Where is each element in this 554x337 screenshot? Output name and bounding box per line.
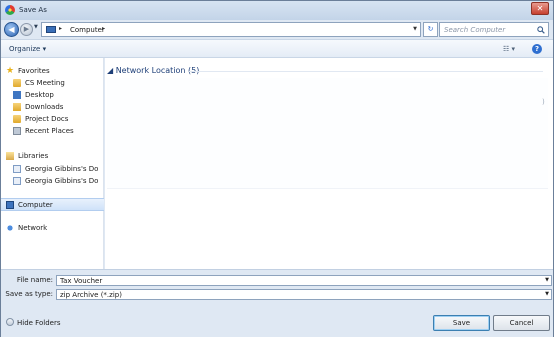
save-type-value: zip Archive (*.zip)	[60, 291, 122, 299]
navigation-pane: ★ Favorites CS Meeting Desktop Downloads…	[1, 58, 104, 269]
sidebar-item-computer[interactable]: Computer	[1, 198, 104, 211]
search-icon[interactable]	[537, 26, 545, 34]
star-icon: ★	[6, 66, 15, 76]
chevron-up-icon	[6, 318, 14, 326]
computer-icon	[46, 26, 56, 33]
scroll-indicator: )	[542, 98, 545, 106]
libraries-icon	[6, 152, 14, 160]
navigation-bar: ◀ ▶ ▼ ▸ Computer ▸ ▼ ↻ Search Computer	[1, 20, 553, 39]
sidebar-item-label: Network	[18, 224, 48, 232]
address-bar[interactable]: ▸ Computer ▸ ▼	[41, 22, 421, 37]
sidebar-item-label: CS Meeting	[25, 79, 65, 87]
group-header-network-location[interactable]: ◢ Network Location (5)	[107, 66, 199, 75]
chevron-down-icon[interactable]: ▼	[545, 291, 549, 297]
close-button[interactable]: ✕	[531, 2, 549, 15]
sidebar-item-label: Favorites	[18, 67, 50, 75]
sidebar-item-network[interactable]: Network	[1, 223, 104, 234]
sidebar-item-desktop[interactable]: Desktop	[1, 90, 104, 101]
organize-menu[interactable]: Organize ▾	[9, 45, 46, 53]
sidebar-item-label: Computer	[18, 201, 53, 209]
sidebar-item-label: Georgia Gibbins's Do	[25, 165, 99, 173]
file-name-input[interactable]: Tax Voucher ▼	[56, 275, 552, 286]
desktop-icon	[13, 91, 21, 99]
breadcrumb-separator-icon[interactable]: ▸	[59, 25, 62, 32]
refresh-button[interactable]: ↻	[423, 22, 438, 37]
chevron-down-icon[interactable]: ▼	[545, 277, 549, 283]
help-icon[interactable]: ?	[532, 44, 542, 54]
change-view-icon[interactable]: ☷ ▾	[503, 45, 515, 53]
downloads-folder-icon	[13, 103, 21, 111]
sidebar-item-label: Georgia Gibbins's Do	[25, 177, 99, 185]
sidebar-item-label: Libraries	[18, 152, 49, 160]
group-divider	[189, 71, 543, 72]
sidebar-item-label: Project Docs	[25, 115, 69, 123]
folder-icon	[13, 79, 21, 87]
save-button[interactable]: Save	[433, 315, 490, 331]
recent-pages-button[interactable]: ▼	[34, 24, 38, 30]
sidebar-item-libraries[interactable]: Libraries	[1, 151, 104, 162]
address-dropdown-icon[interactable]: ▼	[413, 26, 417, 32]
chrome-app-icon	[5, 5, 15, 15]
sidebar-item-favorites[interactable]: ★ Favorites	[1, 66, 104, 77]
sidebar-item-cs-meeting[interactable]: CS Meeting	[1, 78, 104, 89]
sidebar-item-library-documents-1[interactable]: Georgia Gibbins's Do	[1, 164, 104, 175]
document-library-icon	[13, 177, 21, 185]
file-name-label: File name:	[16, 276, 53, 284]
forward-button[interactable]: ▶	[20, 23, 33, 36]
command-bar: Organize ▾ ☷ ▾ ?	[1, 39, 553, 58]
folder-icon	[13, 115, 21, 123]
sidebar-item-label: Recent Places	[25, 127, 74, 135]
network-icon	[6, 224, 14, 232]
save-type-select[interactable]: zip Archive (*.zip) ▼	[56, 289, 552, 300]
computer-icon	[6, 201, 14, 209]
back-button[interactable]: ◀	[4, 22, 19, 37]
window-title: Save As	[19, 6, 47, 14]
search-input[interactable]: Search Computer	[439, 22, 549, 37]
breadcrumb-separator-icon[interactable]: ▸	[102, 25, 105, 32]
hide-folders-label: Hide Folders	[17, 319, 61, 327]
cancel-button[interactable]: Cancel	[493, 315, 550, 331]
save-type-label: Save as type:	[5, 290, 53, 298]
file-list-view[interactable]: ◢ Network Location (5) )	[105, 58, 553, 269]
document-library-icon	[13, 165, 21, 173]
file-name-value: Tax Voucher	[60, 277, 103, 285]
search-placeholder: Search Computer	[444, 26, 506, 34]
sidebar-item-downloads[interactable]: Downloads	[1, 102, 104, 113]
sidebar-item-label: Desktop	[25, 91, 54, 99]
network-location-group[interactable]	[107, 78, 548, 189]
sidebar-item-project-docs[interactable]: Project Docs	[1, 114, 104, 125]
sidebar-item-label: Downloads	[25, 103, 64, 111]
breadcrumb-computer[interactable]: Computer	[70, 26, 105, 34]
recent-places-icon	[13, 127, 21, 135]
title-bar: Save As ✕	[1, 1, 553, 20]
save-options-panel: File name: Tax Voucher ▼ Save as type: z…	[1, 269, 553, 337]
save-as-dialog: Save As ✕ ◀ ▶ ▼ ▸ Computer ▸ ▼ ↻ Search …	[0, 0, 554, 337]
hide-folders-button[interactable]: Hide Folders	[6, 318, 60, 327]
sidebar-item-recent-places[interactable]: Recent Places	[1, 126, 104, 137]
sidebar-item-library-documents-2[interactable]: Georgia Gibbins's Do	[1, 176, 104, 187]
